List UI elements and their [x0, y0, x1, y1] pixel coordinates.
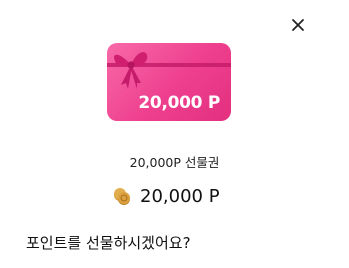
- price-value: 20,000 P: [140, 185, 220, 207]
- voucher-name: 20,000P 선물권: [129, 155, 220, 170]
- close-button[interactable]: [287, 14, 309, 36]
- card-amount-label: 20,000 P: [138, 93, 220, 113]
- close-icon: [292, 19, 304, 31]
- price-row: 20,000 P: [112, 183, 220, 209]
- gift-card-image: 20,000 P: [107, 43, 231, 121]
- coin-stack-icon: [114, 188, 130, 205]
- confirm-question: 포인트를 선물하시겠어요?: [26, 234, 191, 252]
